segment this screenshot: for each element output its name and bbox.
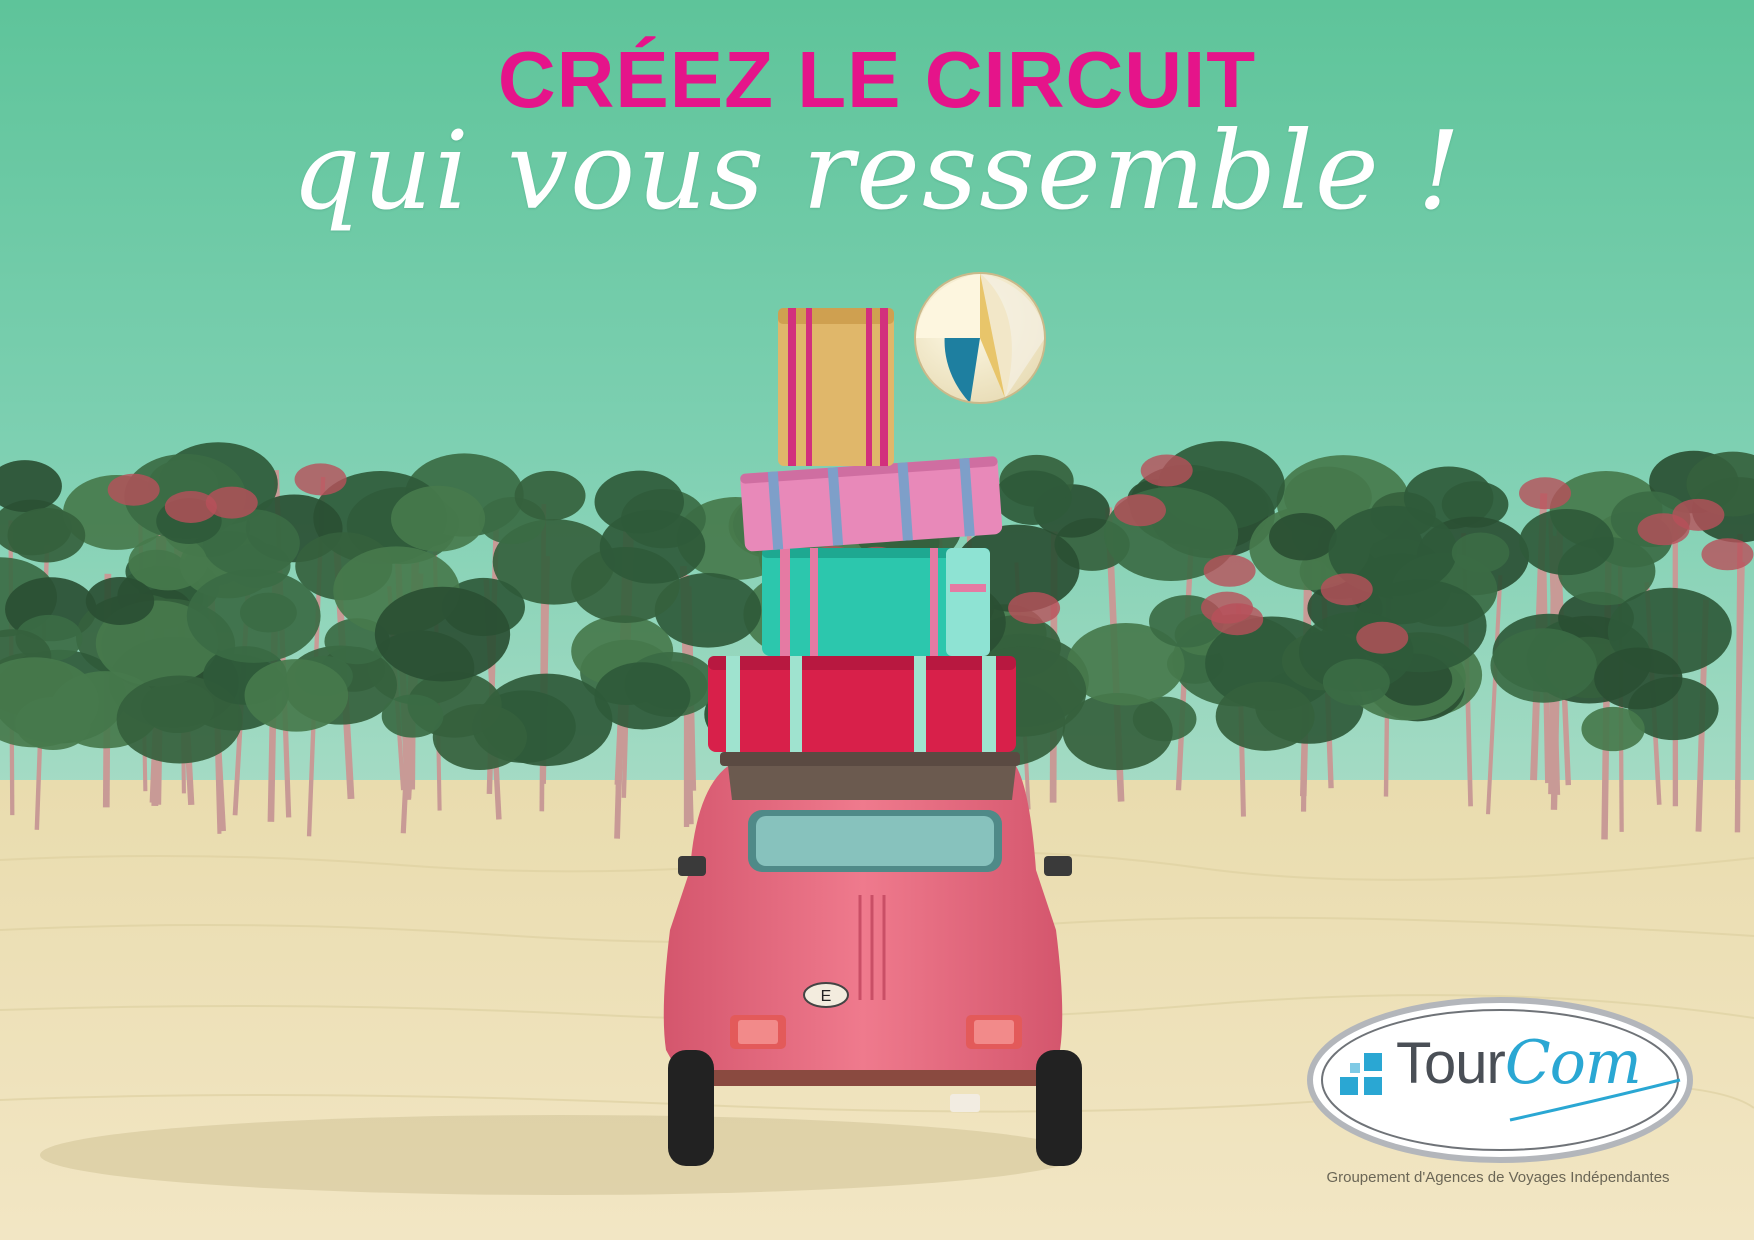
car-plate-letter: E [821, 988, 832, 1005]
tourcom-logo[interactable]: TourCom [1300, 995, 1700, 1165]
logo-wordmark: TourCom [1396, 1031, 1642, 1096]
logo-brand-main: Tour [1396, 1031, 1506, 1096]
logo-brand-script: Com [1504, 1028, 1642, 1098]
logo-tagline: Groupement d'Agences de Voyages Indépend… [1326, 1169, 1670, 1186]
headline-line1: CRÉEZ LE CIRCUIT [497, 35, 1257, 124]
poster: E CRÉEZ LE CIRCUIT qui vous ressemble ! [0, 0, 1754, 1240]
squares-icon [1340, 1053, 1382, 1095]
beach-ball [914, 272, 1046, 404]
headline-line2: qui vous ressemble ! [291, 109, 1463, 234]
car-shadow [40, 1115, 1080, 1195]
